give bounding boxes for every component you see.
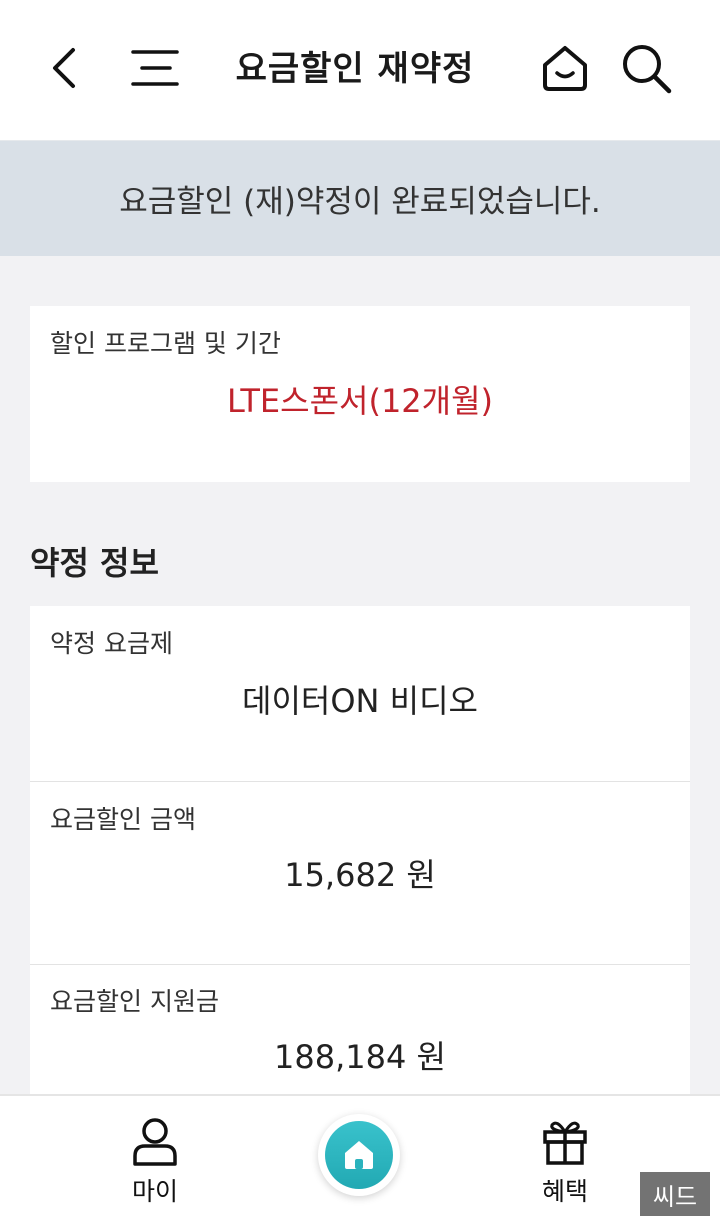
completion-banner: 요금할인 (재)약정이 완료되었습니다. <box>0 140 720 256</box>
watermark: 씨드 <box>640 1172 710 1216</box>
top-header: 요금할인 재약정 <box>0 0 720 140</box>
support-amount-label: 요금할인 지원금 <box>50 987 219 1016</box>
home-button[interactable] <box>536 40 594 96</box>
nav-my[interactable]: 마이 <box>100 1116 210 1208</box>
menu-button[interactable] <box>126 42 184 94</box>
back-button[interactable] <box>38 42 90 94</box>
gift-icon <box>543 1121 587 1165</box>
plan-label: 약정 요금제 <box>50 629 173 658</box>
contract-section-title: 약정 정보 <box>30 544 159 582</box>
search-button[interactable] <box>616 40 676 96</box>
discount-amount-label: 요금할인 금액 <box>50 805 196 834</box>
program-value: LTE스폰서(12개월) <box>226 382 494 420</box>
home-fab-button[interactable] <box>318 1114 400 1196</box>
home-icon <box>345 1141 373 1169</box>
program-label: 할인 프로그램 및 기간 <box>50 329 281 358</box>
completion-message: 요금할인 (재)약정이 완료되었습니다. <box>119 184 601 220</box>
home-fab-circle <box>325 1121 393 1189</box>
menu-icon <box>131 50 179 86</box>
home-face-icon <box>543 46 587 91</box>
nav-benefit-label: 혜택 <box>541 1177 588 1206</box>
person-icon <box>133 1118 177 1166</box>
divider <box>30 964 690 965</box>
search-icon <box>623 45 672 94</box>
support-amount-value: 188,184 원 <box>274 1038 446 1076</box>
bottom-navigation: 마이 혜택 <box>0 1094 720 1227</box>
page-title: 요금할인 재약정 <box>235 49 475 89</box>
discount-amount-value: 15,682 원 <box>284 856 436 894</box>
divider <box>30 781 690 782</box>
nav-benefit[interactable]: 혜택 <box>510 1116 620 1208</box>
discount-program-card: 할인 프로그램 및 기간 LTE스폰서(12개월) <box>30 306 690 482</box>
plan-value: 데이터ON 비디오 <box>242 682 478 720</box>
contract-info-card: 약정 요금제 데이터ON 비디오 요금할인 금액 15,682 원 요금할인 지… <box>30 606 690 1106</box>
nav-my-label: 마이 <box>131 1177 178 1206</box>
back-arrow-icon <box>53 48 75 88</box>
